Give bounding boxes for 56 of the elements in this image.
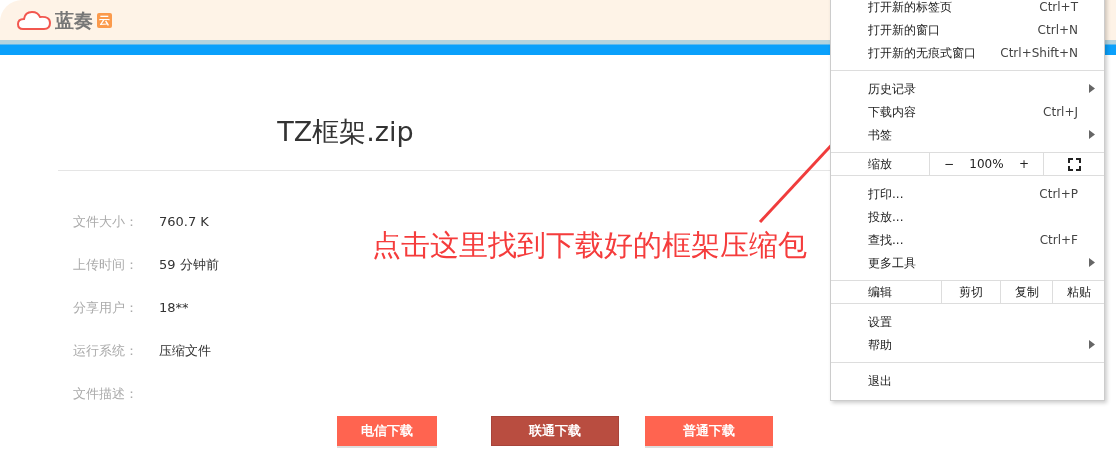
zoom-in-button[interactable]: + <box>1018 155 1029 173</box>
logo-text: 蓝奏 <box>55 7 93 33</box>
menu-item[interactable]: 打开新的无痕式窗口 Ctrl+Shift+N <box>831 41 1104 64</box>
field-value: 压缩文件 <box>159 341 211 360</box>
field-value: 760.7 K <box>159 212 209 231</box>
menu-item-label: 打开新的窗口 <box>868 21 940 39</box>
menu-item-label: 更多工具 <box>868 254 916 272</box>
menu-item[interactable]: 历史记录 <box>831 77 1104 100</box>
menu-item-label: 打印... <box>868 185 904 203</box>
field-label: 分享用户： <box>73 298 139 317</box>
logo-badge: 云 <box>97 12 112 28</box>
zoom-value: 100% <box>969 156 1004 173</box>
shortcut-text: Ctrl+J <box>1043 103 1078 121</box>
menu-item[interactable]: 书签 <box>831 123 1104 146</box>
menu-action[interactable]: 粘贴 <box>1066 283 1091 301</box>
shortcut-text: Ctrl+T <box>1039 0 1078 16</box>
menu-item[interactable]: 帮助 <box>831 333 1104 356</box>
fullscreen-icon[interactable] <box>1067 157 1081 171</box>
menu-item[interactable]: 查找... Ctrl+F <box>831 228 1104 251</box>
menu-item[interactable]: 打开新的标签页 Ctrl+T <box>831 0 1104 18</box>
field-label: 文件大小： <box>73 212 139 231</box>
menu-item[interactable]: 投放... <box>831 205 1104 228</box>
menu-item[interactable]: 打印... Ctrl+P <box>831 182 1104 205</box>
shortcut-text: Ctrl+N <box>1037 21 1078 39</box>
field-value: 18** <box>159 298 189 317</box>
menu-item-label: 历史记录 <box>868 80 916 98</box>
menu-item[interactable]: 设置 <box>831 310 1104 333</box>
menu-item[interactable]: 打开新的窗口 Ctrl+N <box>831 18 1104 41</box>
menu-label: 编辑 <box>867 284 893 301</box>
menu-item-label: 打开新的标签页 <box>868 0 952 16</box>
zoom-out-button[interactable]: − <box>944 155 955 173</box>
field-label: 上传时间： <box>73 255 139 274</box>
menu-label: 缩放 <box>867 156 893 173</box>
menu-item-label: 退出 <box>868 372 892 390</box>
field-value: 59 分钟前 <box>159 255 219 274</box>
annotation-text: 点击这里找到下载好的框架压缩包 <box>372 227 807 264</box>
cloud-icon <box>17 9 51 31</box>
menu-item-label: 书签 <box>868 126 892 144</box>
menu-action[interactable]: 复制 <box>1014 283 1039 301</box>
menu-item[interactable]: 更多工具 <box>831 251 1104 274</box>
shortcut-text: Ctrl+P <box>1039 185 1078 203</box>
menu-item-label: 投放... <box>868 208 904 226</box>
menu-item-label: 下载内容 <box>868 103 916 121</box>
field-label: 文件描述： <box>73 384 139 403</box>
file-title: TZ框架.zip <box>277 116 414 147</box>
shortcut-text: Ctrl+F <box>1039 231 1078 249</box>
menu-item-label: 打开新的无痕式窗口 <box>868 44 976 62</box>
menu-item-label: 设置 <box>868 313 892 331</box>
menu-item[interactable]: 退出 <box>831 369 1104 392</box>
menu-item-label: 查找... <box>868 231 904 249</box>
download-button[interactable]: 联通下载 <box>491 416 619 446</box>
shortcut-text: Ctrl+Shift+N <box>1000 44 1078 62</box>
menu-item[interactable]: 下载内容 Ctrl+J <box>831 100 1104 123</box>
menu-item-label: 帮助 <box>868 336 892 354</box>
field-label: 运行系统： <box>73 341 139 360</box>
menu-action[interactable]: 剪切 <box>959 283 984 301</box>
